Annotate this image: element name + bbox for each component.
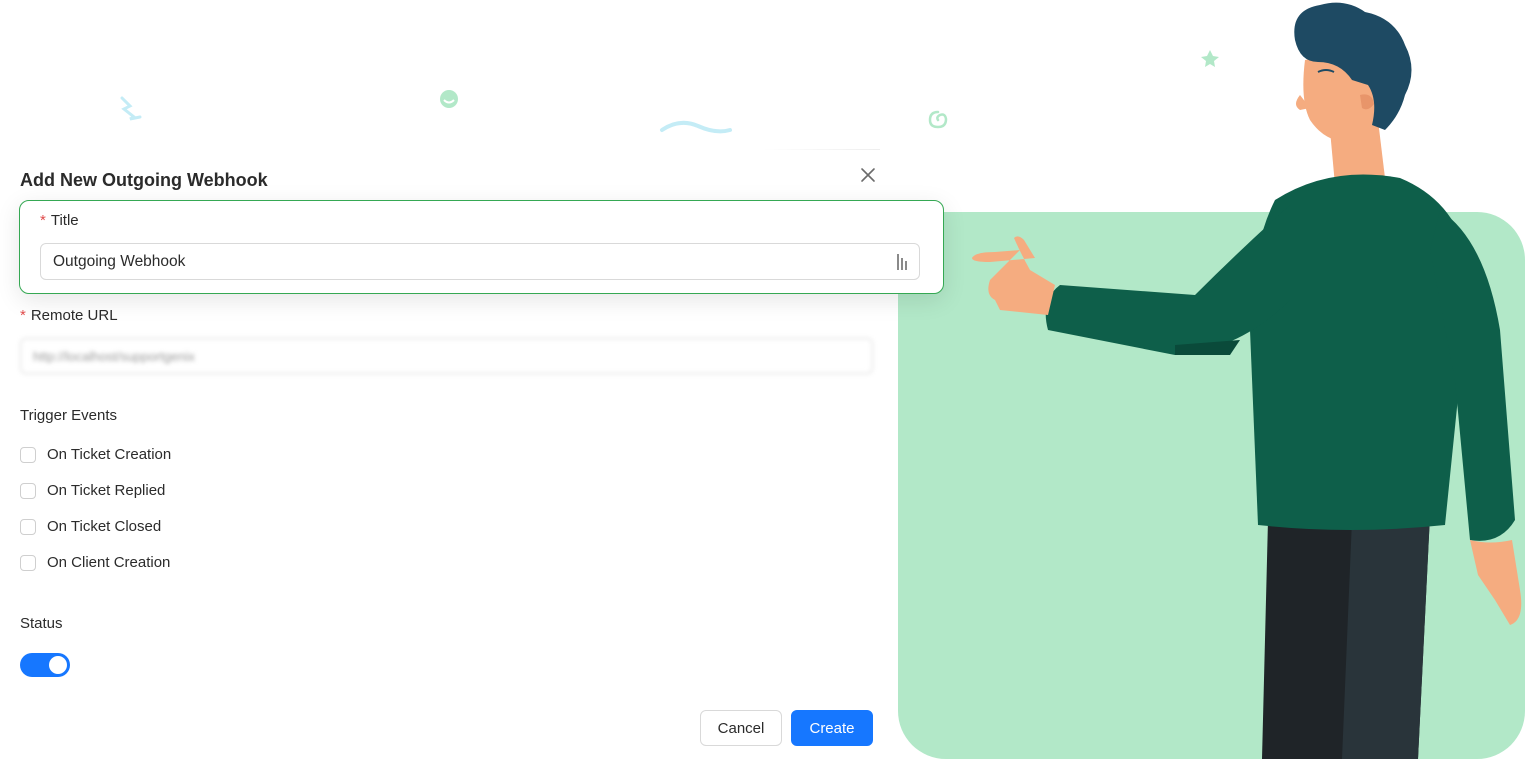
remote-url-label: * Remote URL: [20, 307, 118, 324]
remote-url-label-text: Remote URL: [30, 307, 118, 324]
required-marker: *: [20, 307, 26, 324]
required-marker: *: [40, 212, 46, 229]
checkbox-on-ticket-replied[interactable]: On Ticket Replied: [20, 482, 165, 499]
field-options-icon[interactable]: [895, 253, 911, 271]
checkbox[interactable]: [20, 554, 36, 571]
checkbox-label: On Ticket Closed: [47, 518, 162, 535]
checkbox[interactable]: [20, 518, 36, 535]
checkbox-on-ticket-closed[interactable]: On Ticket Closed: [20, 518, 161, 535]
checkbox-label: On Ticket Replied: [47, 482, 166, 499]
checkbox-label: On Ticket Creation: [47, 446, 172, 463]
cancel-button[interactable]: Cancel: [700, 710, 782, 746]
dialog-title: Add New Outgoing Webhook: [20, 170, 268, 190]
title-label: * Title: [40, 212, 79, 229]
toggle-knob: [49, 656, 67, 674]
title-input-value: Outgoing Webhook: [53, 252, 186, 270]
create-button[interactable]: Create: [791, 710, 873, 746]
checkbox[interactable]: [20, 446, 36, 463]
close-button[interactable]: [856, 163, 880, 187]
remote-url-input[interactable]: http://localhost/supportgenix: [20, 338, 873, 374]
title-field-highlight: * Title Outgoing Webhook: [19, 200, 944, 294]
checkbox-on-client-creation[interactable]: On Client Creation: [20, 554, 170, 571]
checkbox[interactable]: [20, 482, 36, 499]
status-toggle[interactable]: [20, 653, 70, 677]
trigger-events-label: Trigger Events: [20, 407, 117, 424]
close-icon: [861, 168, 875, 182]
status-label: Status: [20, 615, 63, 632]
checkbox-label: On Client Creation: [47, 554, 171, 571]
title-label-text: Title: [50, 212, 79, 229]
person-illustration: [972, 2, 1522, 759]
checkbox-on-ticket-creation[interactable]: On Ticket Creation: [20, 446, 171, 463]
title-input[interactable]: Outgoing Webhook: [40, 243, 920, 280]
